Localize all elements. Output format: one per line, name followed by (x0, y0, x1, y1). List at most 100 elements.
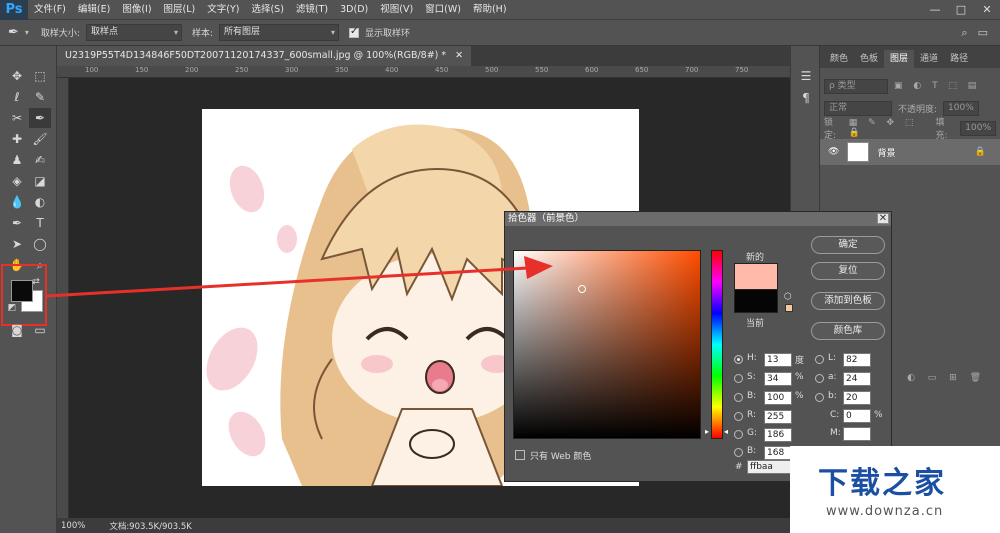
blue-radio[interactable] (734, 448, 743, 457)
add-to-swatches-button[interactable]: 添加到色板 (811, 292, 885, 310)
pen-tool-icon[interactable]: ✒ (6, 213, 28, 233)
healing-brush-icon[interactable]: ✚ (6, 129, 28, 149)
history-panel-icon[interactable]: ☰ (795, 66, 817, 86)
web-safe-swatch[interactable] (785, 304, 793, 312)
saturation-brightness-field[interactable] (513, 250, 701, 439)
clone-stamp-icon[interactable]: ♟ (6, 150, 28, 170)
menu-item[interactable]: 帮助(H) (467, 0, 513, 20)
layer-kind-filter[interactable]: ρ 类型 (824, 78, 888, 94)
red-radio[interactable] (734, 412, 743, 421)
green-field[interactable]: 186 (764, 428, 792, 442)
dodge-tool-icon[interactable]: ◐ (29, 192, 51, 212)
blend-mode-select[interactable]: 正常 (824, 100, 892, 116)
minimize-button[interactable]: — (922, 0, 948, 20)
lightness-radio[interactable] (815, 355, 824, 364)
saturation-radio[interactable] (734, 374, 743, 383)
properties-panel-icon[interactable]: ¶ (795, 88, 817, 108)
ok-button[interactable]: 确定 (811, 236, 885, 254)
panel-tab[interactable]: 图层 (884, 50, 915, 68)
tool-preset-chevron-icon[interactable]: ▾ (25, 28, 29, 37)
sample-layers-select[interactable]: 所有图层 (219, 24, 340, 41)
color-library-button[interactable]: 颜色库 (811, 322, 885, 340)
red-field[interactable]: 255 (764, 410, 792, 424)
hex-field[interactable]: ffbaa (747, 460, 793, 474)
crop-tool-icon[interactable]: ✂ (6, 108, 28, 128)
lightness-field[interactable]: 82 (843, 353, 871, 367)
lock-icons[interactable]: ▦ ✎ ✥ ⬚ 🔒 (849, 118, 930, 138)
blur-tool-icon[interactable]: 💧 (6, 192, 28, 212)
vertical-ruler (57, 78, 69, 518)
paint-bucket-icon[interactable]: ◪ (29, 171, 51, 191)
brightness-radio[interactable] (734, 393, 743, 402)
zoom-level[interactable]: 100% (61, 521, 85, 531)
ruler-tick-label: 500 (485, 66, 499, 74)
marquee-tool-icon[interactable]: ⬚ (29, 66, 51, 86)
menu-item[interactable]: 3D(D) (334, 0, 374, 20)
blue-field[interactable]: 168 (764, 446, 792, 460)
saturation-field[interactable]: 34 (764, 372, 792, 386)
quick-select-tool-icon[interactable]: ✎ (29, 87, 51, 107)
layer-row-background[interactable]: 👁 背景 🔒 (820, 139, 1000, 165)
eyedropper-tool-icon[interactable]: ✒ (8, 25, 19, 40)
lasso-tool-icon[interactable]: ℓ (6, 87, 28, 107)
maximize-button[interactable]: □ (948, 0, 974, 20)
menu-item[interactable]: 编辑(E) (72, 0, 116, 20)
visibility-eye-icon[interactable]: 👁 (828, 147, 839, 157)
menu-item[interactable]: 图像(I) (116, 0, 157, 20)
cube-warning-icon[interactable]: ⬡ (784, 292, 792, 302)
screen-mode-icon[interactable]: ▭ (29, 320, 51, 340)
a-field[interactable]: 24 (843, 372, 871, 386)
menu-item[interactable]: 滤镜(T) (290, 0, 334, 20)
b-lab-field[interactable]: 20 (843, 391, 871, 405)
ellipse-tool-icon[interactable]: ◯ (29, 234, 51, 254)
watermark-url: www.downza.cn (826, 504, 944, 519)
green-radio[interactable] (734, 430, 743, 439)
document-tab[interactable]: U2319P55T4D134846F50DT20071120174337_600… (57, 46, 472, 66)
a-radio[interactable] (815, 374, 824, 383)
panel-tab[interactable]: 路径 (944, 50, 974, 68)
eyedropper-tool-icon[interactable]: ✒ (29, 108, 51, 128)
hue-slider-marker-right[interactable]: ◂ (724, 427, 728, 436)
opacity-field[interactable]: 100% (943, 100, 979, 116)
text-tool-icon[interactable]: T (29, 213, 51, 233)
current-color-swatch[interactable] (734, 289, 778, 313)
brush-tool-icon[interactable]: 🖌 (29, 129, 51, 149)
brightness-field[interactable]: 100 (764, 391, 792, 405)
menu-item[interactable]: 视图(V) (374, 0, 419, 20)
color-field-cursor[interactable] (578, 285, 586, 293)
panel-tab[interactable]: 通道 (914, 50, 944, 68)
picker-close-button[interactable]: ✕ (877, 213, 889, 224)
menu-item[interactable]: 图层(L) (158, 0, 202, 20)
eraser-tool-icon[interactable]: ◈ (6, 171, 28, 191)
menu-item[interactable]: 选择(S) (245, 0, 289, 20)
menu-item[interactable]: 窗口(W) (419, 0, 467, 20)
hue-field[interactable]: 13 (764, 353, 792, 367)
show-ring-checkbox[interactable] (349, 26, 360, 38)
close-button[interactable]: ✕ (974, 0, 1000, 20)
default-colors-icon[interactable]: ◩ (6, 302, 18, 314)
menu-item[interactable]: 文件(F) (28, 0, 72, 20)
cyan-field[interactable]: 0 (843, 409, 871, 423)
quick-mask-icon[interactable]: ◙ (6, 320, 28, 340)
reset-button[interactable]: 复位 (811, 262, 885, 280)
fill-field[interactable]: 100% (960, 120, 996, 136)
close-tab-icon[interactable]: ✕ (455, 50, 463, 61)
document-size[interactable]: 文档:903.5K/903.5K (109, 520, 192, 532)
b-radio[interactable] (815, 393, 824, 402)
filter-icons[interactable]: ▣ ◐ T ⬚ ▤ (894, 81, 980, 91)
search-icon[interactable]: ⌕ (961, 26, 967, 40)
menu-item[interactable]: 文字(Y) (201, 0, 245, 20)
move-tool-icon[interactable]: ✥ (6, 66, 28, 86)
panel-tab[interactable]: 颜色 (824, 50, 854, 68)
magenta-field[interactable] (843, 427, 871, 441)
workspace-icon[interactable]: ▭ (978, 26, 988, 40)
path-select-icon[interactable]: ➤ (6, 234, 28, 254)
web-only-checkbox[interactable] (515, 450, 525, 460)
swap-colors-icon[interactable]: ⇄ (30, 276, 42, 288)
history-brush-icon[interactable]: ✍ (29, 150, 51, 170)
sample-size-select[interactable]: 取样点 (85, 24, 182, 41)
hue-radio[interactable] (734, 355, 743, 364)
hue-slider[interactable] (711, 250, 723, 439)
hue-slider-marker-left[interactable]: ▸ (705, 427, 709, 436)
panel-tab[interactable]: 色板 (854, 50, 884, 68)
